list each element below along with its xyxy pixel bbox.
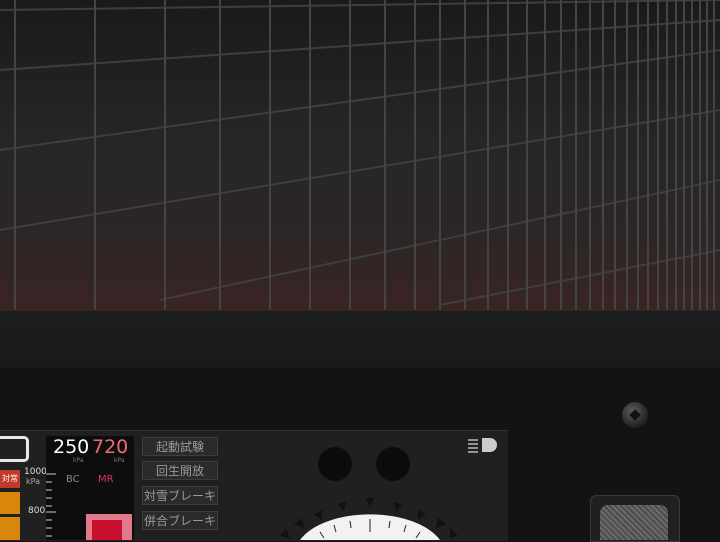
speedometer [280, 498, 458, 540]
monitor-icon[interactable] [0, 432, 30, 462]
mr-unit: kPa [114, 457, 125, 464]
bc-pressure-value: 250 [53, 436, 90, 458]
snow-brake-button[interactable]: 対雪ブレーキ [142, 486, 218, 505]
indicator-dial-left[interactable] [318, 447, 352, 481]
speaker-grille [600, 505, 668, 540]
start-test-button[interactable]: 起動試験 [142, 437, 218, 456]
indicator-dial-right[interactable] [376, 447, 410, 481]
bc-label: BC [66, 474, 80, 485]
bc-unit: kPa [73, 457, 84, 464]
bc-pressure-bar [92, 520, 122, 540]
tunnel-wall-grid [0, 0, 720, 310]
dashboard-top [0, 310, 720, 369]
warning-indicator [0, 492, 20, 514]
scale-mark-label: 800 [28, 506, 46, 516]
scale-max-label: 1000 [24, 467, 47, 477]
mr-pressure-value: 720 [92, 436, 129, 458]
mr-label: MR [98, 474, 114, 485]
warning-indicator [0, 517, 20, 540]
alert-lamp: 対常 [0, 470, 20, 488]
combined-brake-button[interactable]: 併合ブレーキ [142, 511, 218, 530]
scale-unit-label: kPa [26, 477, 40, 486]
gauge-scale-ticks [46, 473, 56, 537]
headlight-icon[interactable] [466, 436, 500, 454]
regen-open-button[interactable]: 回生開放 [142, 461, 218, 480]
tunnel-view [0, 0, 720, 310]
